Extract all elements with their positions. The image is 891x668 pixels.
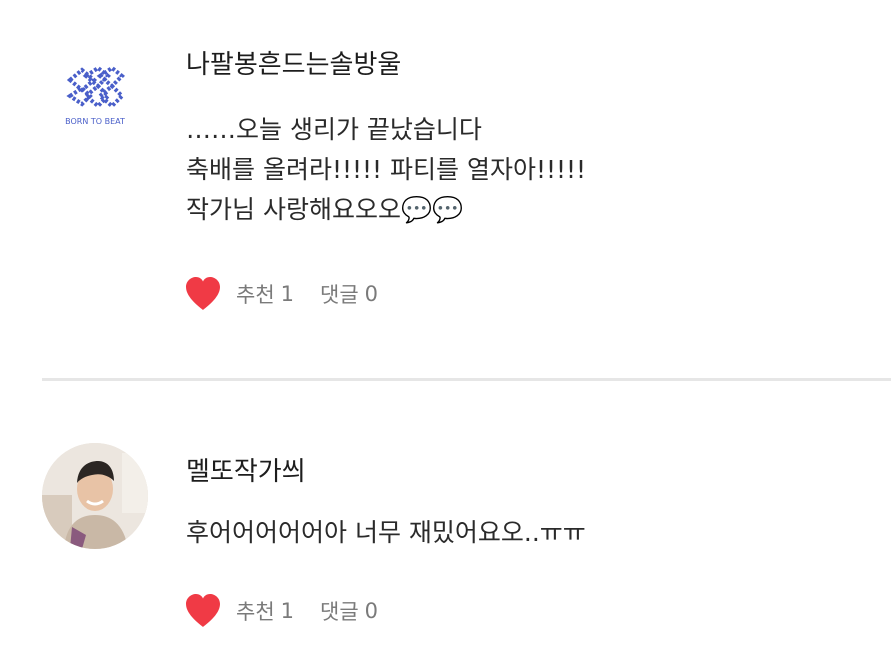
comment-line: 축배를 올려라!!!!! 파티를 열자아!!!!!	[186, 155, 587, 184]
avatar[interactable]	[42, 443, 148, 549]
logo-caption: BORN TO BEAT	[65, 117, 125, 126]
reply-label[interactable]: 댓글	[320, 596, 359, 626]
like-count: 1	[280, 282, 295, 306]
avatar[interactable]: BORN TO BEAT	[42, 40, 148, 146]
heart-icon[interactable]	[184, 593, 222, 629]
heart-icon[interactable]	[184, 276, 222, 312]
like-label[interactable]: 추천	[236, 596, 275, 626]
like-label[interactable]: 추천	[236, 279, 275, 309]
comment-actions: 추천 1 댓글 0	[184, 274, 404, 314]
comment-item: BORN TO BEAT 나팔봉흔드는솔방울 ……오늘 생리가 끝났습니다 축배…	[0, 0, 891, 378]
comment-line: 후어어어어어아 너무 재밌어요오..ㅠㅠ	[186, 518, 586, 547]
comment-body: ……오늘 생리가 끝났습니다 축배를 올려라!!!!! 파티를 열자아!!!!!…	[186, 110, 586, 230]
comment-item: 멜또작가씌 후어어어어어아 너무 재밌어요오..ㅠㅠ 추천 1 댓글 0	[0, 381, 891, 668]
reply-label[interactable]: 댓글	[320, 279, 359, 309]
comment-line: ……오늘 생리가 끝났습니다	[186, 115, 482, 144]
reply-count: 0	[364, 282, 379, 306]
reply-count: 0	[364, 599, 379, 623]
comment-author[interactable]: 나팔봉흔드는솔방울	[186, 48, 401, 82]
comment-actions: 추천 1 댓글 0	[184, 591, 404, 631]
user-photo-avatar	[42, 443, 148, 549]
comment-line: 작가님 사랑해요오오💬💬	[186, 195, 464, 224]
born-to-beat-logo: BORN TO BEAT	[65, 65, 125, 126]
comment-author[interactable]: 멜또작가씌	[186, 455, 306, 489]
comment-body: 후어어어어어아 너무 재밌어요오..ㅠㅠ	[186, 513, 586, 553]
like-count: 1	[280, 599, 295, 623]
